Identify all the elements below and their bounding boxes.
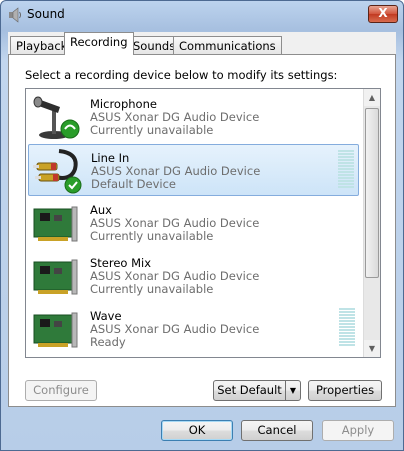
device-status: Currently unavailable (90, 282, 214, 296)
speaker-icon (9, 7, 21, 23)
device-driver: ASUS Xonar DG Audio Device (90, 216, 260, 230)
window-title: Sound (27, 7, 65, 21)
device-name: Stereo Mix (90, 256, 152, 270)
ok-button[interactable]: OK (161, 420, 233, 441)
configure-button[interactable]: Configure (25, 380, 97, 401)
device-name: Line In (91, 151, 130, 165)
device-line-in[interactable]: Line In ASUS Xonar DG Audio Device Defau… (28, 144, 359, 196)
title-bar[interactable]: Sound X (1, 1, 403, 29)
sound-card-icon (33, 206, 78, 242)
device-name: Wave (90, 309, 122, 323)
tab-recording[interactable]: Recording (64, 32, 134, 55)
scroll-thumb[interactable] (365, 108, 379, 278)
vertical-scrollbar[interactable]: ▲ ▼ (363, 89, 380, 357)
set-default-label: Set Default (217, 383, 282, 397)
tab-communications[interactable]: Communications (173, 36, 282, 55)
device-name: Microphone (90, 97, 157, 111)
level-meter (339, 308, 355, 348)
line-in-icon (33, 149, 82, 194)
device-list[interactable]: Microphone ASUS Xonar DG Audio Device Cu… (25, 88, 381, 358)
sound-dialog: Sound X Playback Recording Sounds Commun… (0, 0, 404, 451)
device-aux[interactable]: Aux ASUS Xonar DG Audio Device Currently… (28, 197, 359, 249)
device-wave[interactable]: Wave ASUS Xonar DG Audio Device Ready (28, 303, 359, 355)
device-status: Currently unavailable (90, 123, 214, 137)
instruction-text: Select a recording device below to modif… (25, 68, 338, 82)
cancel-button[interactable]: Cancel (241, 420, 313, 441)
close-button[interactable]: X (368, 5, 398, 23)
device-status: Currently unavailable (90, 229, 214, 243)
device-driver: ASUS Xonar DG Audio Device (90, 322, 260, 336)
chevron-down-icon[interactable]: ▼ (285, 381, 300, 400)
device-driver: ASUS Xonar DG Audio Device (90, 110, 260, 124)
device-status: Ready (90, 335, 126, 349)
microphone-icon (33, 96, 80, 139)
sound-card-icon (33, 259, 78, 295)
properties-button[interactable]: Properties (308, 380, 382, 401)
level-meter (338, 150, 354, 190)
device-stereo-mix[interactable]: Stereo Mix ASUS Xonar DG Audio Device Cu… (28, 250, 359, 302)
apply-button[interactable]: Apply (322, 420, 394, 441)
scroll-down-icon[interactable]: ▼ (364, 340, 380, 357)
set-default-button[interactable]: Set Default ▼ (213, 380, 301, 401)
recording-panel: Select a recording device below to modif… (8, 54, 396, 407)
device-status: Default Device (91, 177, 177, 191)
tab-control: Playback Recording Sounds Communications… (8, 32, 396, 407)
scroll-up-icon[interactable]: ▲ (364, 89, 380, 106)
device-driver: ASUS Xonar DG Audio Device (90, 269, 260, 283)
sound-card-icon (33, 312, 78, 348)
device-driver: ASUS Xonar DG Audio Device (91, 164, 261, 178)
device-name: Aux (90, 203, 112, 217)
device-microphone[interactable]: Microphone ASUS Xonar DG Audio Device Cu… (28, 91, 359, 143)
